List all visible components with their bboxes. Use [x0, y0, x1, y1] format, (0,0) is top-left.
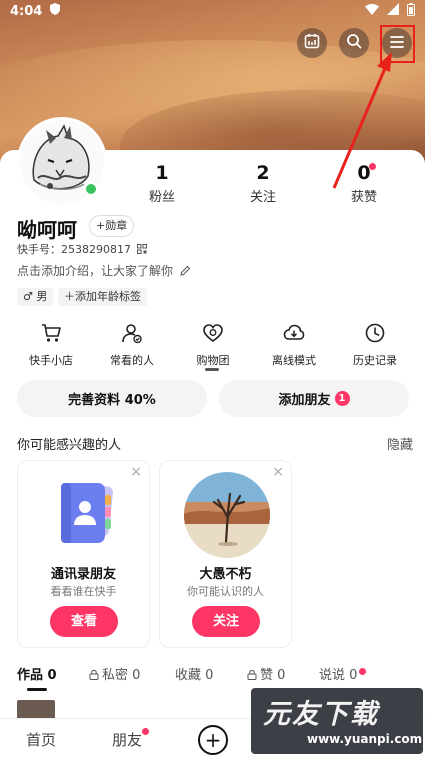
- nav-home[interactable]: 首页: [26, 729, 56, 750]
- posts-notification-dot: [359, 668, 366, 675]
- calendar-button[interactable]: [297, 28, 327, 58]
- profile-name: 呦呵呵: [17, 218, 77, 242]
- watermark: 元友下载 www.yuanpi.com: [251, 688, 423, 754]
- heart-group-icon: [202, 322, 224, 346]
- quick-link-offline[interactable]: 离线模式: [259, 322, 329, 368]
- download-cloud-icon: [283, 322, 305, 346]
- quick-links-scroll-indicator: [205, 368, 219, 371]
- quick-link-label: 常看的人: [110, 354, 154, 367]
- stat-value: 1: [155, 162, 169, 184]
- lock-icon: [247, 668, 260, 683]
- tab-private[interactable]: 私密 0: [89, 664, 140, 683]
- recommend-card-title: 大愚不朽: [199, 567, 252, 582]
- likes-notification-dot: [369, 163, 376, 170]
- complete-profile-button[interactable]: 完善资料 40%: [17, 380, 207, 417]
- profile-intro[interactable]: 点击添加介绍，让大家了解你: [17, 262, 191, 279]
- qr-code-icon[interactable]: [135, 243, 147, 256]
- clock-icon: [364, 322, 386, 346]
- stat-fans[interactable]: 1 粉丝: [127, 162, 197, 205]
- watermark-logo: 元友下载: [263, 692, 379, 731]
- stat-likes[interactable]: 0 获赞: [329, 162, 399, 205]
- shield-icon: [50, 3, 61, 19]
- stat-following[interactable]: 2 关注: [228, 162, 298, 205]
- tab-works[interactable]: 作品 0: [17, 664, 57, 683]
- add-friend-count-badge: 1: [334, 391, 350, 406]
- stat-label: 粉丝: [148, 190, 175, 205]
- watermark-url: www.yuanpi.com: [307, 732, 423, 746]
- work-thumbnail[interactable]: [17, 700, 55, 720]
- tab-label: 赞 0: [260, 668, 286, 683]
- stat-value: 2: [256, 162, 270, 184]
- follow-button[interactable]: 关注: [192, 606, 260, 637]
- cart-icon: [40, 322, 62, 346]
- recommend-card-title: 通讯录朋友: [50, 567, 116, 582]
- online-status-dot: [84, 182, 98, 196]
- recommend-card-user[interactable]: × 大愚不朽 你可能认识的人 关注: [159, 460, 292, 648]
- tab-likes[interactable]: 赞 0: [247, 664, 285, 683]
- close-icon[interactable]: ×: [130, 464, 142, 480]
- status-time: 4:04: [10, 3, 43, 19]
- stat-label: 获赞: [350, 190, 377, 205]
- complete-profile-label: 完善资料 40%: [68, 393, 156, 408]
- status-bar: 4:04: [0, 0, 425, 22]
- tab-favorites[interactable]: 收藏 0: [175, 664, 213, 683]
- intro-text: 点击添加介绍，让大家了解你: [17, 264, 174, 278]
- wifi-icon: [365, 3, 379, 19]
- stat-value: 0: [357, 162, 371, 184]
- gender-tag[interactable]: ♂ 男: [17, 288, 54, 306]
- calendar-icon: [304, 33, 320, 53]
- search-button[interactable]: [339, 28, 369, 58]
- edit-pencil-icon: [177, 264, 191, 278]
- search-icon: [346, 33, 362, 53]
- quick-link-history[interactable]: 历史记录: [340, 322, 410, 368]
- add-age-tag[interactable]: ＋添加年龄标签: [58, 288, 147, 306]
- kuaishou-id: 快手号：2538290817: [17, 241, 147, 257]
- watermark-logo-text: 元友下载: [263, 699, 379, 730]
- quick-link-label: 历史记录: [353, 354, 397, 367]
- quick-link-label: 快手小店: [29, 354, 73, 367]
- quick-link-label: 离线模式: [272, 354, 316, 367]
- profile-screen: 4:04 1 粉丝 2 关注 0 获赞 呦呵呵 +勋章 快手号：25382908…: [0, 0, 425, 757]
- plus-icon: +: [204, 728, 222, 752]
- close-icon[interactable]: ×: [272, 464, 284, 480]
- recommend-hide-button[interactable]: 隐藏: [387, 434, 413, 453]
- quick-link-label: 购物团: [196, 354, 230, 367]
- stat-label: 关注: [249, 190, 276, 205]
- quick-link-group-buy[interactable]: 购物团: [178, 322, 248, 368]
- signal-icon: [387, 3, 399, 19]
- tab-label: 私密 0: [102, 668, 141, 683]
- recommend-user-avatar: [184, 472, 270, 558]
- add-friend-button[interactable]: 添加朋友 1: [219, 380, 409, 417]
- nav-friends[interactable]: 朋友: [112, 729, 142, 750]
- quick-link-frequent[interactable]: 常看的人: [97, 322, 167, 368]
- quick-link-shop[interactable]: 快手小店: [16, 322, 86, 368]
- user-check-icon: [121, 322, 143, 346]
- recommend-card-subtitle: 你可能认识的人: [187, 585, 264, 598]
- kuaishou-id-text: 快手号：2538290817: [17, 243, 131, 256]
- active-tab-underline: [27, 688, 47, 691]
- recommend-title: 你可能感兴趣的人: [17, 438, 122, 453]
- contacts-book-icon: [47, 475, 125, 553]
- lock-icon: [89, 668, 102, 683]
- view-contacts-button[interactable]: 查看: [50, 606, 118, 637]
- tab-posts[interactable]: 说说 0: [319, 664, 357, 683]
- recommend-card-contacts[interactable]: × 通讯录朋友 看看谁在快手 查看: [17, 460, 150, 648]
- recommend-card-subtitle: 看看谁在快手: [50, 585, 117, 598]
- create-button[interactable]: +: [198, 725, 228, 755]
- add-badge-button[interactable]: +勋章: [89, 215, 135, 237]
- friends-notification-dot: [142, 728, 149, 735]
- menu-highlight-box: [380, 25, 415, 63]
- add-friend-label: 添加朋友: [278, 393, 331, 408]
- status-right-icons: [365, 2, 415, 20]
- battery-icon: [407, 2, 415, 20]
